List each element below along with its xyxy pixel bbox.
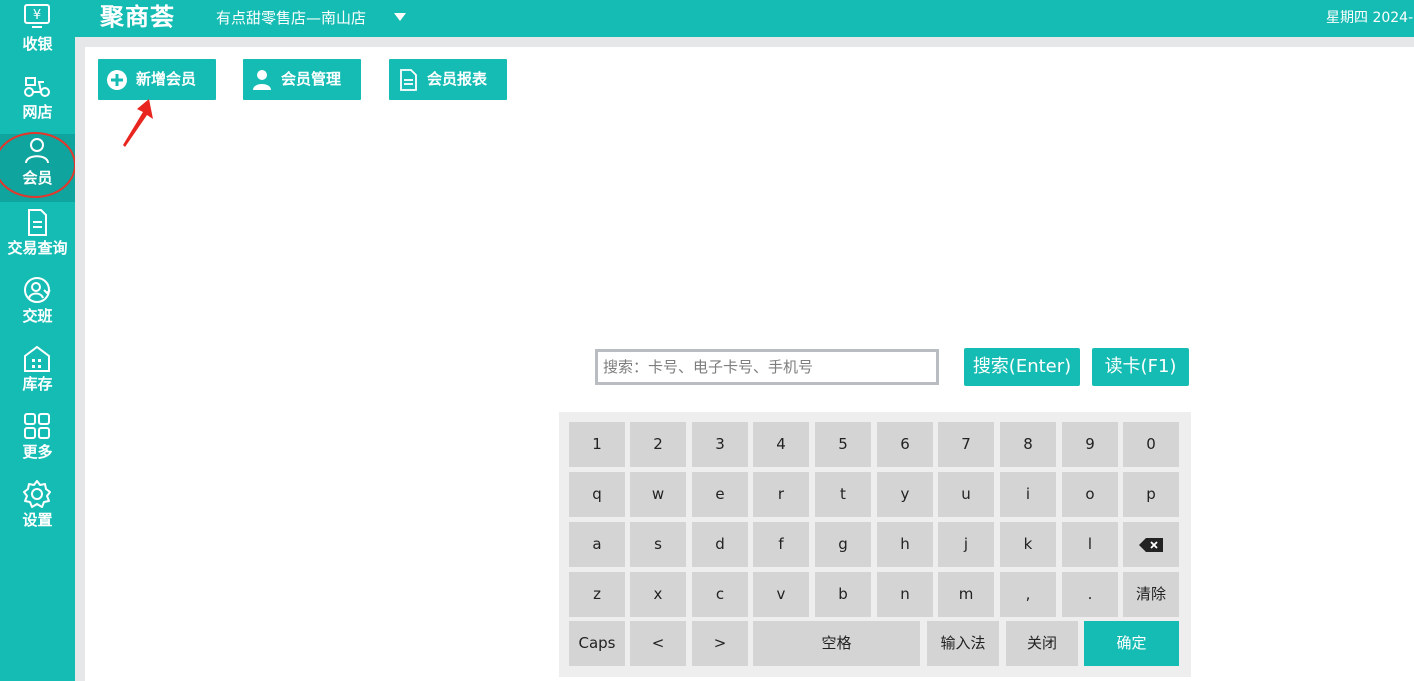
key-s[interactable]: s bbox=[630, 522, 686, 567]
sidebar-item-label: 设置 bbox=[22, 511, 53, 529]
sidebar-item-label: 交班 bbox=[22, 307, 53, 325]
key-6[interactable]: 6 bbox=[877, 422, 933, 467]
key-9[interactable]: 9 bbox=[1062, 422, 1118, 467]
sidebar-item-label: 库存 bbox=[22, 375, 53, 393]
member-report-label: 会员报表 bbox=[427, 70, 488, 88]
key-g[interactable]: g bbox=[815, 522, 871, 567]
key-d[interactable]: d bbox=[692, 522, 748, 567]
key-w[interactable]: w bbox=[630, 472, 686, 517]
close-keyboard-key[interactable]: 关闭 bbox=[1006, 621, 1078, 666]
backspace-key[interactable] bbox=[1123, 522, 1179, 567]
svg-text:¥: ¥ bbox=[33, 8, 41, 23]
report-document-icon bbox=[400, 69, 417, 91]
delivery-scooter-icon bbox=[24, 77, 50, 97]
key-5[interactable]: 5 bbox=[815, 422, 871, 467]
key-comma[interactable]: , bbox=[1000, 572, 1056, 617]
key-7[interactable]: 7 bbox=[938, 422, 994, 467]
key-h[interactable]: h bbox=[877, 522, 933, 567]
key-n[interactable]: n bbox=[877, 572, 933, 617]
sidebar-item-transactions[interactable]: 交易查询 bbox=[0, 204, 75, 272]
grid-icon bbox=[24, 413, 50, 439]
store-selector[interactable]: 有点甜零售店—南山店 bbox=[216, 8, 366, 28]
key-q[interactable]: q bbox=[569, 472, 625, 517]
top-bar: 聚商荟 有点甜零售店—南山店 星期四 2024- bbox=[0, 0, 1414, 37]
shift-handover-icon bbox=[24, 277, 51, 303]
sidebar: ¥ 收银 网店 会员 交易查询 交班 库存 更多 设置 bbox=[0, 0, 76, 681]
search-box[interactable] bbox=[595, 349, 939, 385]
key-r[interactable]: r bbox=[753, 472, 809, 517]
sidebar-item-shift[interactable]: 交班 bbox=[0, 272, 75, 340]
sidebar-item-label: 收银 bbox=[22, 35, 53, 53]
backspace-icon bbox=[1139, 537, 1163, 552]
clear-key[interactable]: 清除 bbox=[1123, 572, 1179, 617]
key-x[interactable]: x bbox=[630, 572, 686, 617]
sidebar-item-more[interactable]: 更多 bbox=[0, 408, 75, 476]
sidebar-item-label: 交易查询 bbox=[7, 239, 68, 257]
chevron-down-icon[interactable] bbox=[394, 13, 406, 21]
search-button[interactable]: 搜索(Enter) bbox=[964, 348, 1080, 386]
app-logo: 聚商荟 bbox=[100, 2, 175, 32]
key-l[interactable]: l bbox=[1062, 522, 1118, 567]
key-less-than[interactable]: < bbox=[630, 621, 686, 666]
key-e[interactable]: e bbox=[692, 472, 748, 517]
key-u[interactable]: u bbox=[938, 472, 994, 517]
member-panel: 新增会员 会员管理 会员报表 搜索：卡号、电子卡号、手机号 搜索(Enter) … bbox=[85, 47, 1414, 681]
key-i[interactable]: i bbox=[1000, 472, 1056, 517]
caps-key[interactable]: Caps bbox=[569, 621, 625, 666]
member-management-button[interactable]: 会员管理 bbox=[243, 59, 361, 100]
app-window: 聚商荟 有点甜零售店—南山店 星期四 2024- ¥ 收银 网店 会员 交易查询… bbox=[0, 0, 1414, 681]
key-p[interactable]: p bbox=[1123, 472, 1179, 517]
key-period[interactable]: . bbox=[1062, 572, 1118, 617]
confirm-key[interactable]: 确定 bbox=[1084, 621, 1179, 666]
key-k[interactable]: k bbox=[1000, 522, 1056, 567]
member-report-button[interactable]: 会员报表 bbox=[389, 59, 507, 100]
user-icon bbox=[253, 70, 271, 90]
member-management-label: 会员管理 bbox=[281, 70, 342, 88]
sidebar-item-label: 更多 bbox=[22, 443, 53, 461]
key-2[interactable]: 2 bbox=[630, 422, 686, 467]
logo-text: 聚商荟 bbox=[100, 3, 175, 31]
key-4[interactable]: 4 bbox=[753, 422, 809, 467]
key-f[interactable]: f bbox=[753, 522, 809, 567]
main-area: 新增会员 会员管理 会员报表 搜索：卡号、电子卡号、手机号 搜索(Enter) … bbox=[75, 37, 1414, 681]
key-3[interactable]: 3 bbox=[692, 422, 748, 467]
sidebar-item-cashier[interactable]: ¥ 收银 bbox=[0, 0, 75, 68]
cashier-icon: ¥ bbox=[24, 4, 50, 28]
key-v[interactable]: v bbox=[753, 572, 809, 617]
key-m[interactable]: m bbox=[938, 572, 994, 617]
key-8[interactable]: 8 bbox=[1000, 422, 1056, 467]
key-j[interactable]: j bbox=[938, 522, 994, 567]
document-icon bbox=[28, 209, 47, 236]
read-card-button[interactable]: 读卡(F1) bbox=[1092, 348, 1189, 386]
red-arrow-annotation bbox=[123, 99, 153, 147]
key-a[interactable]: a bbox=[569, 522, 625, 567]
virtual-keyboard: 1 2 3 4 5 6 7 8 9 0 q w e r t y u i o p bbox=[559, 412, 1191, 677]
key-b[interactable]: b bbox=[815, 572, 871, 617]
key-greater-than[interactable]: > bbox=[692, 621, 748, 666]
key-0[interactable]: 0 bbox=[1123, 422, 1179, 467]
key-y[interactable]: y bbox=[877, 472, 933, 517]
search-input[interactable] bbox=[598, 352, 936, 382]
date-display: 星期四 2024- bbox=[1326, 10, 1414, 26]
key-t[interactable]: t bbox=[815, 472, 871, 517]
key-z[interactable]: z bbox=[569, 572, 625, 617]
warehouse-icon bbox=[24, 345, 50, 372]
plus-circle-icon bbox=[107, 70, 127, 90]
add-member-button[interactable]: 新增会员 bbox=[98, 59, 216, 100]
sidebar-item-settings[interactable]: 设置 bbox=[0, 476, 75, 544]
sidebar-item-inventory[interactable]: 库存 bbox=[0, 340, 75, 408]
add-member-label: 新增会员 bbox=[136, 70, 197, 88]
sidebar-item-label: 网店 bbox=[22, 103, 53, 121]
space-key[interactable]: 空格 bbox=[753, 621, 920, 666]
key-1[interactable]: 1 bbox=[569, 422, 625, 467]
input-method-key[interactable]: 输入法 bbox=[927, 621, 999, 666]
key-o[interactable]: o bbox=[1062, 472, 1118, 517]
gear-icon bbox=[23, 480, 51, 508]
sidebar-item-online-store[interactable]: 网店 bbox=[0, 68, 75, 136]
key-c[interactable]: c bbox=[692, 572, 748, 617]
